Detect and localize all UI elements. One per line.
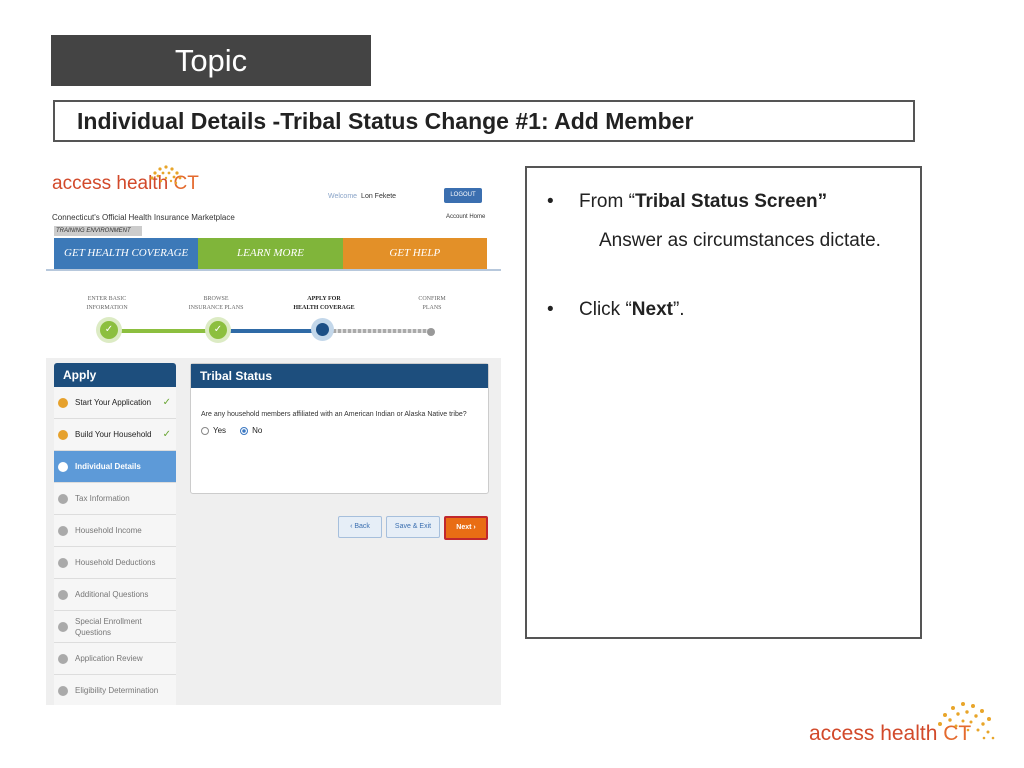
bullet-1-bold: Tribal Status Screen” <box>634 191 828 212</box>
app-screenshot: access health CT Connecticut's Official … <box>46 160 501 705</box>
step-label-line: PLANS <box>422 305 442 311</box>
step-number-icon <box>58 557 68 568</box>
sidebar-item-label: Household Deductions <box>75 558 156 567</box>
bullet-1-continuation: Answer as circumstances dictate. <box>599 230 881 251</box>
step-number-icon <box>58 621 68 632</box>
sidebar-item-household-income[interactable]: Household Income <box>54 515 176 547</box>
panel-title: Tribal Status <box>191 364 488 388</box>
environment-badge: TRAINING ENVIRONMENT <box>54 226 142 236</box>
step-label-line: INFORMATION <box>86 305 128 311</box>
main-nav: GET HEALTH COVERAGE LEARN MORE GET HELP <box>54 238 487 269</box>
progress-track-complete <box>108 329 218 333</box>
current-step-marker <box>316 323 329 336</box>
tagline: Connecticut's Official Health Insurance … <box>52 213 235 222</box>
sidebar-item-label: Tax Information <box>75 494 130 503</box>
footer-logo-text: access health <box>809 722 938 745</box>
bullet-1: From “Tribal Status Screen” <box>579 191 827 213</box>
instructions-box: • From “Tribal Status Screen” Answer as … <box>525 166 922 639</box>
welcome-label: Welcome <box>328 193 358 200</box>
step-label-apply: APPLY FOR HEALTH COVERAGE <box>274 295 374 313</box>
save-exit-button[interactable]: Save & Exit <box>386 516 440 538</box>
step-number-icon <box>58 589 68 600</box>
sidebar-item-label: Household Income <box>75 526 142 535</box>
sidebar-item-label: Individual Details <box>75 462 141 471</box>
sidebar-item-label: Application Review <box>75 654 143 663</box>
bullet-icon: • <box>547 191 554 212</box>
sidebar-item-label: Special Enrollment Questions <box>75 616 142 637</box>
back-button[interactable]: ‹ Back <box>338 516 382 538</box>
sidebar-item-application-review[interactable]: Application Review <box>54 643 176 675</box>
sidebar-item-build-household[interactable]: Build Your Household ✓ <box>54 419 176 451</box>
step-label-enter-basic: ENTER BASIC INFORMATION <box>57 295 157 313</box>
radio-label: No <box>252 426 263 435</box>
progress-track-remaining <box>323 329 431 333</box>
sidebar-item-label: Build Your Household <box>75 430 152 439</box>
apply-sidebar: Apply Start Your Application ✓ Build You… <box>54 363 176 705</box>
checkmark-icon: ✓ <box>100 321 118 339</box>
account-home-link[interactable]: Account Home <box>446 214 485 220</box>
sunburst-icon <box>938 702 995 740</box>
radio-label: Yes <box>213 426 227 435</box>
step-label-line: INSURANCE PLANS <box>188 305 244 311</box>
step-number-icon <box>58 653 68 664</box>
user-name: Lon Fekete <box>361 193 397 200</box>
bullet-2-bold: Next <box>631 299 673 320</box>
bullet-2-prefix: Click “ <box>579 299 632 320</box>
step-number-icon <box>58 685 68 696</box>
sidebar-item-label: Start Your Application <box>75 398 152 407</box>
step-label-line: BROWSE <box>203 296 229 302</box>
bullet-icon: • <box>547 299 554 320</box>
tribal-status-panel: Tribal Status Are any household members … <box>190 363 489 494</box>
tribal-question: Are any household members affiliated wit… <box>201 411 467 418</box>
sidebar-title: Apply <box>54 363 176 387</box>
sidebar-item-start-application[interactable]: Start Your Application ✓ <box>54 387 176 419</box>
bullet-1-prefix: From “ <box>579 191 635 212</box>
step-label-line: ENTER BASIC <box>87 296 127 302</box>
progress-track-current <box>218 329 323 333</box>
sidebar-item-household-deductions[interactable]: Household Deductions <box>54 547 176 579</box>
bullet-2-suffix: ”. <box>672 299 685 320</box>
slide-title: Individual Details -Tribal Status Change… <box>53 100 915 142</box>
nav-get-help[interactable]: GET HELP <box>342 238 487 269</box>
checkmark-icon: ✓ <box>162 429 171 440</box>
step-label-line: HEALTH COVERAGE <box>293 305 355 311</box>
tribal-radio-group: Yes No <box>201 426 478 435</box>
sidebar-item-additional-questions[interactable]: Additional Questions <box>54 579 176 611</box>
bullet-2: Click “Next”. <box>579 299 685 321</box>
radio-selected-icon <box>240 426 249 435</box>
step-number-icon <box>58 429 68 440</box>
logout-button[interactable]: LOGOUT <box>444 188 482 203</box>
topic-banner: Topic <box>51 35 371 86</box>
sidebar-item-label: Additional Questions <box>75 590 149 599</box>
step-label-browse: BROWSE INSURANCE PLANS <box>166 295 266 313</box>
sidebar-item-special-enrollment[interactable]: Special Enrollment Questions <box>54 611 176 643</box>
step-label-confirm: CONFIRM PLANS <box>382 295 482 313</box>
welcome-message: Welcome Lon Fekete <box>328 193 396 200</box>
sidebar-item-individual-details[interactable]: Individual Details <box>54 451 176 483</box>
checkmark-icon: ✓ <box>209 321 227 339</box>
step-number-icon <box>58 493 68 504</box>
radio-no[interactable]: No <box>240 426 262 435</box>
sidebar-item-eligibility-determination[interactable]: Eligibility Determination <box>54 675 176 705</box>
nav-divider <box>46 269 501 271</box>
sunburst-icon <box>150 165 182 185</box>
radio-circle-icon <box>201 426 209 435</box>
checkmark-icon: ✓ <box>162 397 171 408</box>
step-number-icon <box>58 525 68 536</box>
step-label-line: APPLY FOR <box>307 296 341 302</box>
progress-end-dot <box>427 328 435 336</box>
sidebar-item-label: Eligibility Determination <box>75 686 159 695</box>
nav-learn-more[interactable]: LEARN MORE <box>198 238 343 269</box>
nav-get-health-coverage[interactable]: GET HEALTH COVERAGE <box>54 238 199 269</box>
radio-yes[interactable]: Yes <box>201 426 226 435</box>
step-number-icon <box>58 397 68 408</box>
next-button[interactable]: Next › <box>444 516 488 540</box>
step-label-line: CONFIRM <box>418 296 446 302</box>
sidebar-item-tax-information[interactable]: Tax Information <box>54 483 176 515</box>
step-number-icon <box>58 461 68 472</box>
